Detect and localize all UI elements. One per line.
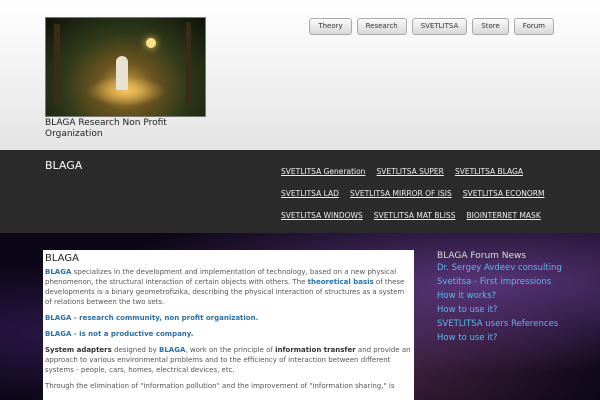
link-svetlitsa-econorm[interactable]: SVETLITSA ECONORM [463,185,545,203]
sidebar-link-user-references[interactable]: SVETLITSA users References [437,319,567,330]
information-paragraph: Through the elimination of "information … [45,382,395,390]
link-svetlitsa-super[interactable]: SVETLITSA SUPER [377,163,444,181]
header: BLAGA Research Non Profit Organization T… [0,0,600,150]
nav-research-button[interactable]: Research [356,18,407,35]
theoretical-basis-link[interactable]: theoretical basis [308,278,374,286]
sidebar-title: BLAGA Forum News [437,251,527,261]
research-community-paragraph: BLAGA - research community, non profit o… [45,314,259,322]
nav-svetlitsa-button[interactable]: SVETLITSA [411,18,468,35]
sidebar-link-how-it-works[interactable]: How it works? [437,291,567,302]
palm-tree-shape [186,22,191,104]
lamp-shape [146,38,156,48]
site-title[interactable]: BLAGA Research Non Profit Organization [45,118,215,140]
sidebar-link-avdeev[interactable]: Dr. Sergey Avdeev consulting [437,263,567,274]
link-svetlitsa-blaga[interactable]: SVETLITSA BLAGA [455,163,523,181]
link-svetlitsa-mat-bliss[interactable]: SVETLITSA MAT BLISS [374,207,456,225]
nav-store-button[interactable]: Store [472,18,509,35]
band-title: BLAGA [45,159,83,172]
blaga-link[interactable]: BLAGA [45,314,71,322]
blaga-link[interactable]: BLAGA [159,346,185,354]
sidebar-link-first-impressions[interactable]: Svetitsa - First impressions [437,277,567,288]
forum-news-sidebar: BLAGA Forum News Dr. Sergey Avdeev consu… [437,251,567,347]
link-biointernet-mask[interactable]: BIOINTERNET MASK [467,207,541,225]
sidebar-link-how-to-use[interactable]: How to use it? [437,305,567,316]
system-adapters-paragraph: System adapters designed by BLAGA, work … [45,346,411,374]
top-nav: Theory Research SVETLITSA Store Forum [309,18,554,35]
palm-tree-shape [54,24,60,104]
intro-paragraph: BLAGA specializes in the development and… [45,268,405,306]
content-heading: BLAGA [45,253,79,264]
blaga-link[interactable]: BLAGA [45,268,71,276]
link-svetlitsa-generation[interactable]: SVETLITSA Generation [281,163,365,181]
link-svetlitsa-mirror-of-isis[interactable]: SVETLITSA MIRROR OF ISIS [350,185,452,203]
blaga-link[interactable]: BLAGA [45,330,71,338]
nav-theory-button[interactable]: Theory [309,18,352,35]
sidebar-link-how-to-use-2[interactable]: How to use it? [437,333,567,344]
sub-header-band: BLAGA SVETLITSA Generation SVETLITSA SUP… [0,150,600,242]
nav-forum-button[interactable]: Forum [513,18,554,35]
not-productive-paragraph: BLAGA - is not a productive company. [45,330,194,338]
link-svetlitsa-lad[interactable]: SVETLITSA LAD [281,185,339,203]
figure-shape [116,56,128,90]
link-svetlitsa-windows[interactable]: SVETLITSA WINDOWS [281,207,363,225]
main-content: BLAGA BLAGA specializes in the developme… [43,250,414,400]
logo-image[interactable] [45,17,206,117]
